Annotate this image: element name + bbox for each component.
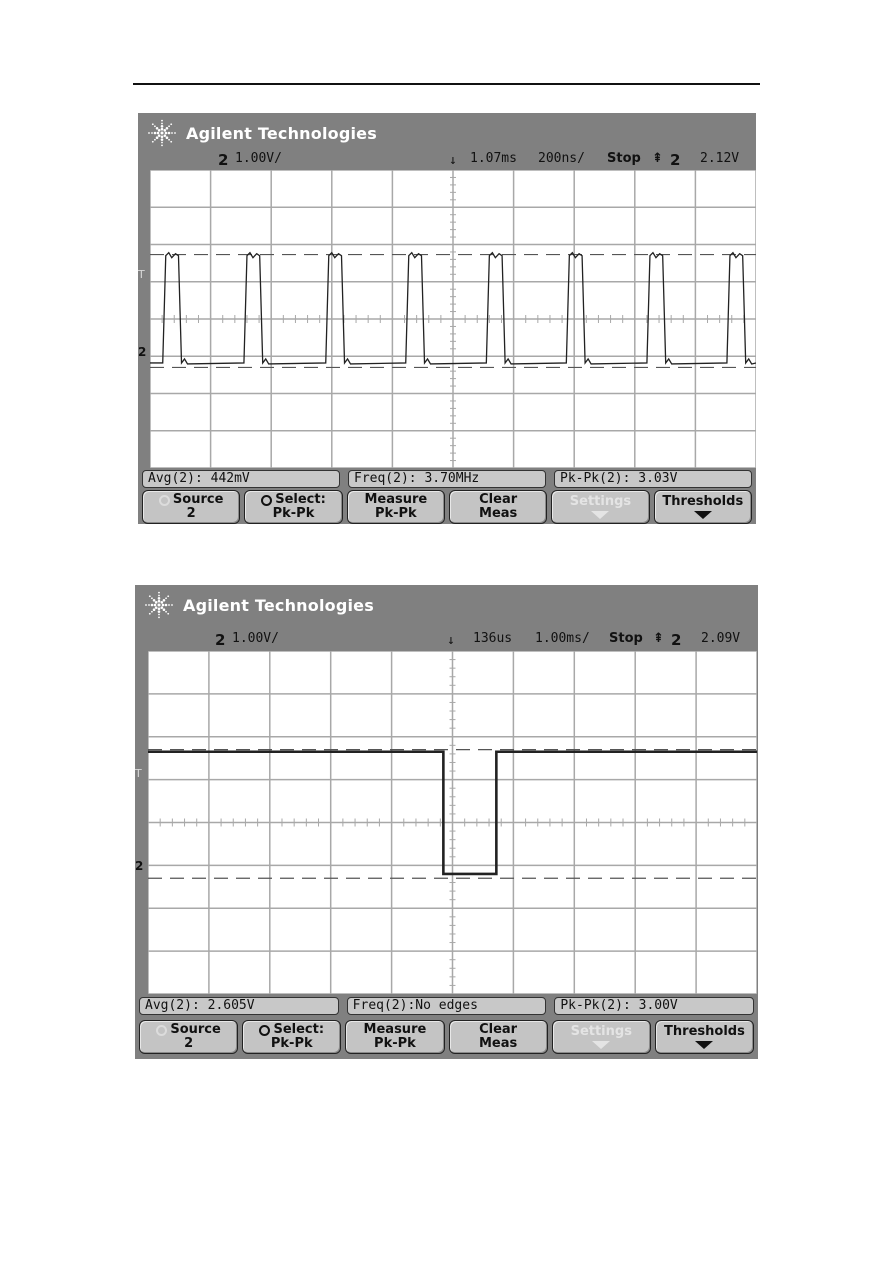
- softkey-bar: Source 2 Select: Pk-Pk Measure Pk-Pk Clea…: [139, 1020, 755, 1054]
- falling-edge-trigger-icon: ↓: [447, 633, 455, 648]
- clear-meas-softkey[interactable]: Clear Meas: [448, 1020, 548, 1054]
- agilent-spark-icon: [145, 591, 173, 619]
- brand-header: Agilent Technologies: [141, 589, 374, 621]
- brand-header: Agilent Technologies: [144, 117, 377, 149]
- status-line: 2 1.00V/ ↓ 1.07ms 200ns/ Stop ⇞ 2 2.12V: [138, 151, 756, 169]
- run-state: Stop: [607, 151, 641, 166]
- submenu-arrow-icon: [693, 511, 712, 519]
- waveform-display: [148, 651, 757, 994]
- falling-edge-trigger-icon: ↓: [449, 153, 457, 168]
- trigger-level-marker[interactable]: T: [135, 767, 142, 780]
- settings-softkey[interactable]: Settings: [551, 490, 650, 524]
- trigger-source-icon: ⇞: [653, 631, 664, 646]
- delay-value[interactable]: 1.07ms: [470, 151, 517, 166]
- entry-knob-icon: [261, 494, 273, 506]
- volts-per-div[interactable]: 1.00V/: [235, 151, 282, 166]
- select-softkey[interactable]: Select: Pk-Pk: [242, 1020, 342, 1054]
- settings-softkey[interactable]: Settings: [551, 1020, 651, 1054]
- measure-softkey[interactable]: Measure Pk-Pk: [345, 1020, 445, 1054]
- entry-knob-icon: [158, 494, 170, 506]
- trigger-level[interactable]: 2.09V: [701, 631, 740, 646]
- measurement-row: Avg(2): 442mV Freq(2): 3.70MHz Pk-Pk(2):…: [142, 470, 752, 488]
- trigger-level[interactable]: 2.12V: [700, 151, 739, 166]
- entry-knob-icon: [156, 1024, 168, 1036]
- brand-name: Agilent Technologies: [186, 123, 377, 143]
- entry-knob-icon: [259, 1024, 271, 1036]
- brand-name: Agilent Technologies: [183, 595, 374, 615]
- clear-meas-softkey[interactable]: Clear Meas: [448, 490, 548, 524]
- measurement-freq: Freq(2):No edges: [346, 997, 547, 1015]
- submenu-arrow-icon: [591, 511, 610, 519]
- trigger-source-icon: ⇞: [652, 151, 663, 166]
- thresholds-softkey[interactable]: Thresholds: [653, 490, 752, 524]
- channel-ground-marker[interactable]: 2: [135, 859, 143, 873]
- channel-number: 2: [218, 151, 229, 169]
- channel-ground-marker[interactable]: 2: [138, 345, 146, 359]
- measure-softkey[interactable]: Measure Pk-Pk: [346, 490, 445, 524]
- select-softkey[interactable]: Select: Pk-Pk: [244, 490, 343, 524]
- trigger-channel: 2: [670, 151, 681, 169]
- measurement-freq: Freq(2): 3.70MHz: [348, 470, 546, 488]
- agilent-spark-icon: [148, 119, 176, 147]
- graticule: [150, 170, 756, 468]
- submenu-arrow-icon: [695, 1041, 714, 1049]
- measurement-pkpk: Pk-Pk(2): 3.03V: [554, 470, 752, 488]
- run-state: Stop: [609, 631, 643, 646]
- thresholds-softkey[interactable]: Thresholds: [654, 1020, 755, 1054]
- time-per-div[interactable]: 1.00ms/: [535, 631, 590, 646]
- channel-number: 2: [215, 631, 226, 649]
- source-softkey[interactable]: Source 2: [139, 1020, 239, 1054]
- delay-value[interactable]: 136us: [473, 631, 512, 646]
- status-line: 2 1.00V/ ↓ 136us 1.00ms/ Stop ⇞ 2 2.09V: [135, 631, 758, 649]
- trigger-channel: 2: [671, 631, 682, 649]
- waveform-display: [150, 170, 756, 468]
- oscilloscope-screenshot-1: Agilent Technologies 2 1.00V/ ↓ 1.07ms 2…: [138, 113, 756, 524]
- source-softkey[interactable]: Source 2: [142, 490, 241, 524]
- measurement-pkpk: Pk-Pk(2): 3.00V: [554, 997, 755, 1015]
- submenu-arrow-icon: [592, 1041, 611, 1049]
- graticule: [148, 651, 757, 994]
- oscilloscope-screenshot-2: Agilent Technologies 2 1.00V/ ↓ 136us 1.…: [135, 585, 758, 1059]
- measurement-row: Avg(2): 2.605V Freq(2):No edges Pk-Pk(2)…: [139, 997, 755, 1015]
- trigger-level-marker[interactable]: T: [138, 268, 145, 281]
- volts-per-div[interactable]: 1.00V/: [232, 631, 279, 646]
- softkey-bar: Source 2 Select: Pk-Pk Measure Pk-Pk Clea…: [142, 490, 752, 524]
- page-header-rule: [133, 83, 760, 85]
- measurement-avg: Avg(2): 2.605V: [139, 997, 339, 1015]
- measurement-avg: Avg(2): 442mV: [142, 470, 340, 488]
- time-per-div[interactable]: 200ns/: [538, 151, 585, 166]
